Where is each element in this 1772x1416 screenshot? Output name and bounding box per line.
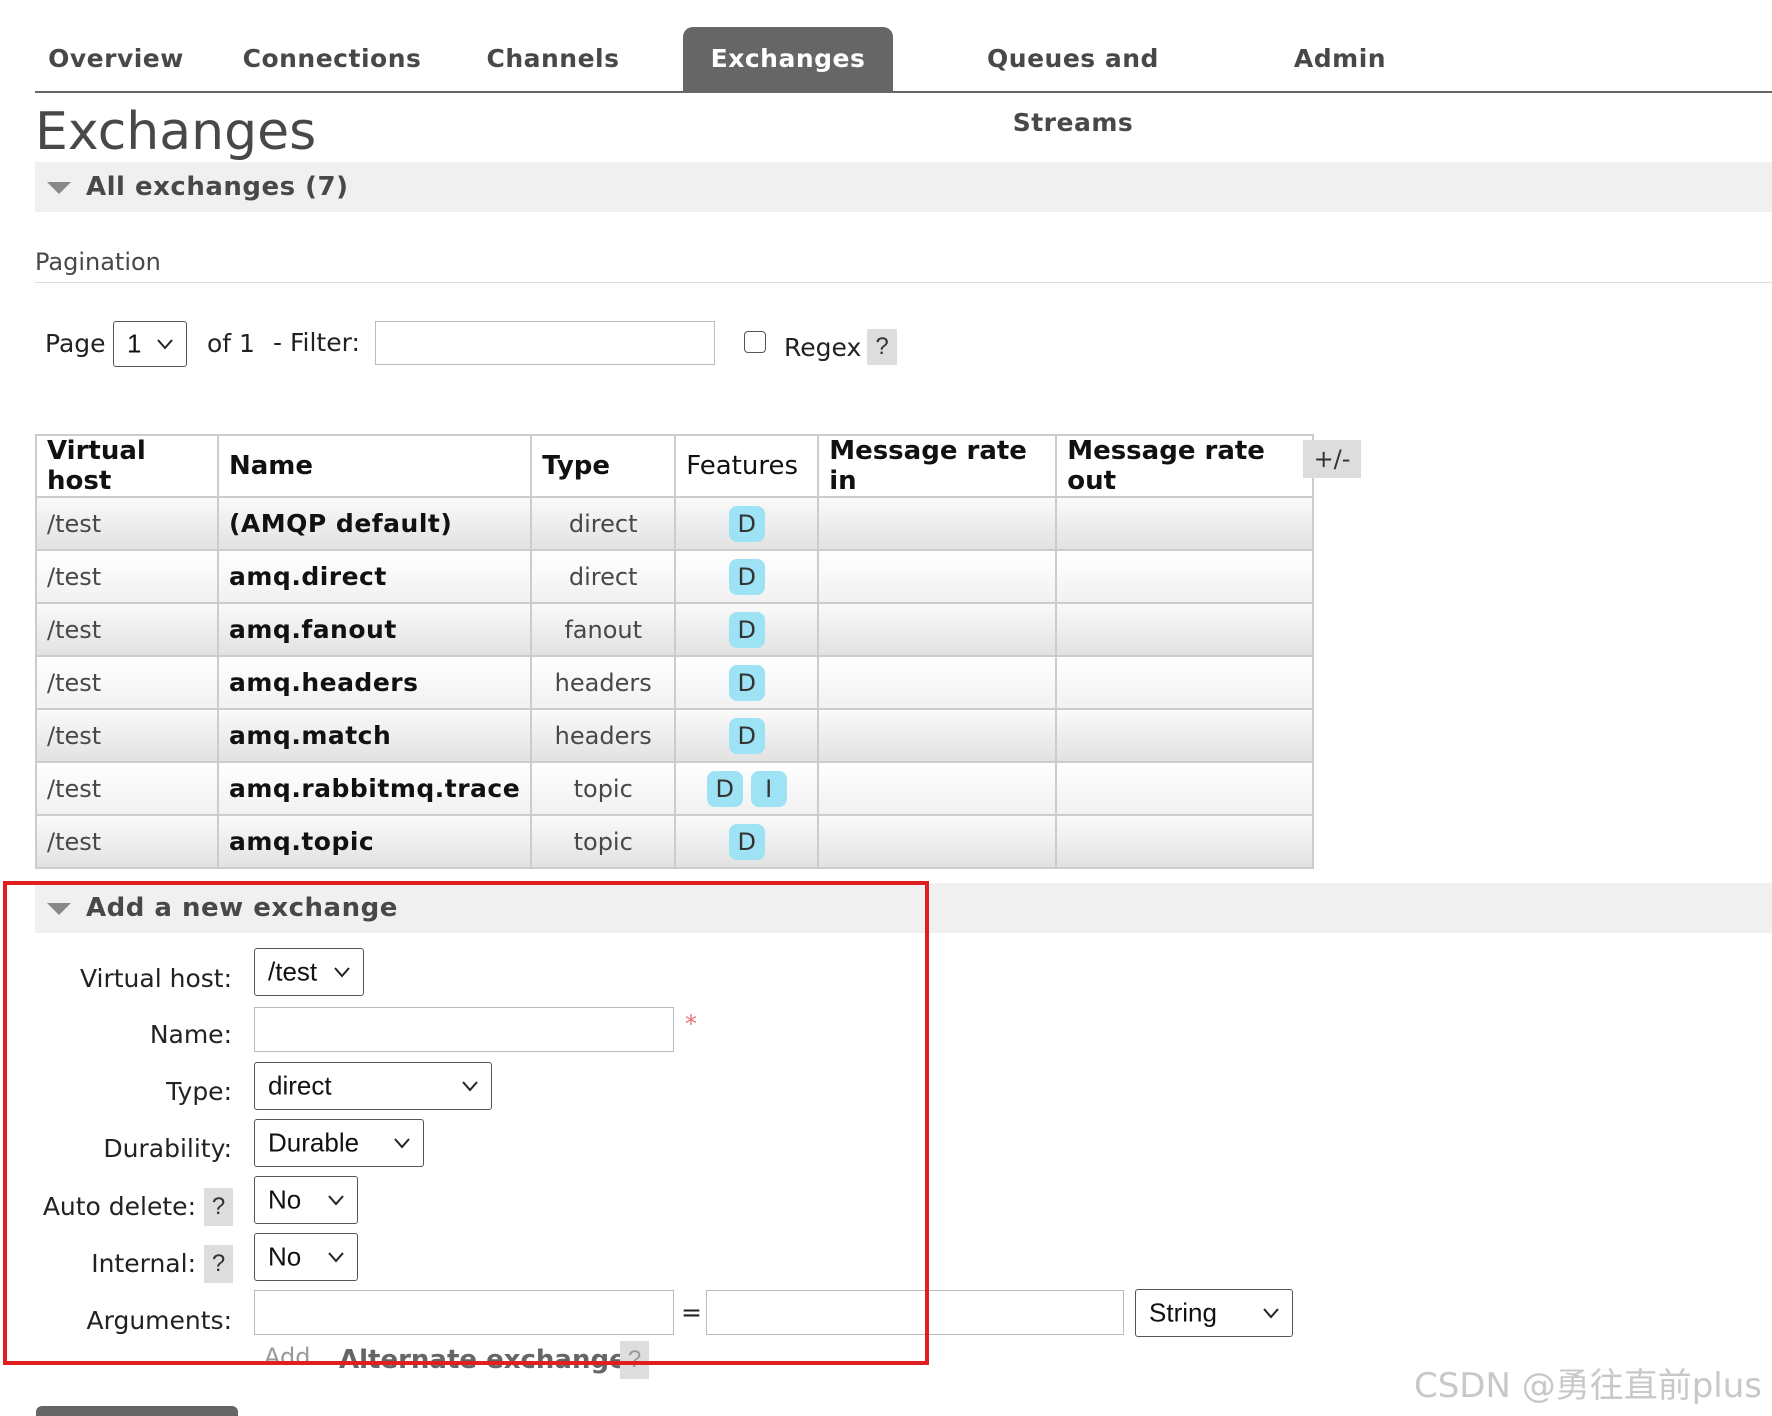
cell-type: headers xyxy=(530,655,677,710)
cell-type: topic xyxy=(530,761,677,816)
regex-help-button[interactable]: ? xyxy=(867,329,897,365)
durable-badge: D xyxy=(728,611,765,648)
argument-type-select-value: String xyxy=(1149,1297,1217,1328)
regex-label: Regex xyxy=(784,333,862,362)
cell-features: D xyxy=(674,814,820,869)
page-select[interactable]: 1 xyxy=(113,321,187,367)
filter-input[interactable] xyxy=(375,321,715,365)
table-row[interactable]: /test amq.fanout fanout D xyxy=(35,602,1315,657)
tab-queues-and-streams[interactable]: Queues and Streams xyxy=(923,27,1223,137)
page-title: Exchanges xyxy=(35,102,317,162)
cell-rate-in xyxy=(817,761,1058,816)
cell-exchange-name-link[interactable]: amq.match xyxy=(216,708,533,763)
filter-label: - Filter: xyxy=(273,328,360,357)
cell-type: direct xyxy=(530,549,677,604)
col-message-rate-in[interactable]: Message rate in xyxy=(817,434,1058,498)
durable-badge: D xyxy=(728,664,765,701)
page-label: Page xyxy=(45,329,106,358)
cell-exchange-name-link[interactable]: amq.direct xyxy=(216,549,533,604)
tab-channels[interactable]: Channels xyxy=(463,27,643,91)
cell-type: topic xyxy=(530,814,677,869)
cell-features: D xyxy=(674,708,820,763)
cell-rate-out xyxy=(1055,655,1315,710)
tab-exchanges[interactable]: Exchanges xyxy=(683,27,893,91)
durable-badge: D xyxy=(728,505,765,542)
table-row[interactable]: /test amq.match headers D xyxy=(35,708,1315,763)
cell-rate-in xyxy=(817,708,1058,763)
add-exchange-button[interactable] xyxy=(36,1406,238,1416)
cell-exchange-name-link[interactable]: amq.rabbitmq.trace xyxy=(216,761,533,816)
exchanges-table: Virtual host Name Type Features Message … xyxy=(35,434,1315,869)
cell-rate-out xyxy=(1055,602,1315,657)
cell-rate-in xyxy=(817,496,1058,551)
cell-features: D xyxy=(674,602,820,657)
cell-rate-in xyxy=(817,655,1058,710)
page-select-value: 1 xyxy=(127,328,142,359)
cell-rate-out xyxy=(1055,814,1315,869)
cell-vhost: /test xyxy=(35,708,219,763)
cell-rate-out xyxy=(1055,761,1315,816)
cell-rate-in xyxy=(817,602,1058,657)
pagination-heading: Pagination xyxy=(35,248,1772,283)
cell-rate-in xyxy=(817,814,1058,869)
cell-vhost: /test xyxy=(35,496,219,551)
cell-features: D xyxy=(674,496,820,551)
chevron-down-icon xyxy=(1263,1308,1279,1319)
toggle-columns-button[interactable]: +/- xyxy=(1303,440,1361,478)
main-nav: Overview Connections Channels Exchanges … xyxy=(35,27,1772,137)
table-row[interactable]: /test amq.rabbitmq.trace topic DI xyxy=(35,761,1315,816)
durable-badge: D xyxy=(728,823,765,860)
cell-exchange-name-link[interactable]: (AMQP default) xyxy=(216,496,533,551)
cell-features: DI xyxy=(674,761,820,816)
cell-rate-out xyxy=(1055,496,1315,551)
col-name[interactable]: Name xyxy=(216,434,533,498)
cell-vhost: /test xyxy=(35,814,219,869)
durable-badge: D xyxy=(728,558,765,595)
collapse-triangle-icon xyxy=(47,182,71,194)
internal-badge: I xyxy=(750,770,787,807)
cell-vhost: /test xyxy=(35,549,219,604)
cell-features: D xyxy=(674,549,820,604)
all-exchanges-heading: All exchanges (7) xyxy=(86,172,349,202)
tab-admin[interactable]: Admin xyxy=(1285,27,1395,91)
cell-vhost: /test xyxy=(35,761,219,816)
page-of-label: of 1 xyxy=(207,329,255,358)
durable-badge: D xyxy=(728,717,765,754)
cell-features: D xyxy=(674,655,820,710)
table-row[interactable]: /test amq.topic topic D xyxy=(35,814,1315,869)
cell-type: fanout xyxy=(530,602,677,657)
cell-rate-in xyxy=(817,549,1058,604)
highlight-box xyxy=(3,881,929,1365)
tab-connections[interactable]: Connections xyxy=(227,27,437,91)
col-features: Features xyxy=(674,434,820,498)
col-virtual-host[interactable]: Virtual host xyxy=(35,434,219,498)
cell-vhost: /test xyxy=(35,655,219,710)
cell-exchange-name-link[interactable]: amq.topic xyxy=(216,814,533,869)
chevron-down-icon xyxy=(157,339,173,350)
cell-type: headers xyxy=(530,708,677,763)
watermark: CSDN @勇往直前plus xyxy=(1413,1366,1762,1406)
cell-vhost: /test xyxy=(35,602,219,657)
table-row[interactable]: /test amq.direct direct D xyxy=(35,549,1315,604)
regex-checkbox[interactable] xyxy=(744,331,766,353)
table-row[interactable]: /test amq.headers headers D xyxy=(35,655,1315,710)
all-exchanges-section-toggle[interactable]: All exchanges (7) xyxy=(35,162,1772,212)
cell-type: direct xyxy=(530,496,677,551)
cell-rate-out xyxy=(1055,549,1315,604)
cell-rate-out xyxy=(1055,708,1315,763)
cell-exchange-name-link[interactable]: amq.headers xyxy=(216,655,533,710)
cell-exchange-name-link[interactable]: amq.fanout xyxy=(216,602,533,657)
col-message-rate-out[interactable]: Message rate out xyxy=(1055,434,1315,498)
table-row[interactable]: /test (AMQP default) direct D xyxy=(35,496,1315,551)
argument-type-select[interactable]: String xyxy=(1135,1289,1293,1337)
table-header-row: Virtual host Name Type Features Message … xyxy=(35,434,1315,498)
durable-badge: D xyxy=(706,770,743,807)
col-type[interactable]: Type xyxy=(530,434,677,498)
tab-overview[interactable]: Overview xyxy=(35,27,197,91)
